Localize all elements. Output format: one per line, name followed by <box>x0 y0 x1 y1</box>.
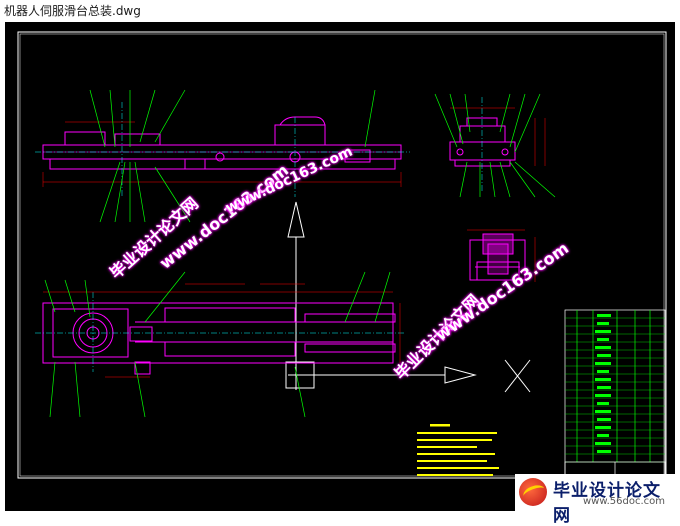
side-view <box>449 117 516 167</box>
drawing-canvas[interactable]: 毕业设计论文网 www.doc163.com 毕业设计论文网 www.doc16… <box>5 22 675 511</box>
top-view <box>42 302 396 375</box>
side-view-dims <box>450 107 546 166</box>
window-title: 机器人伺服滑台总装.dwg <box>0 0 680 22</box>
parts-list-table <box>564 309 666 479</box>
parts-list-text-marks <box>595 314 611 453</box>
side-view-leaders <box>434 93 556 198</box>
site-logo: 毕业设计论文网 www.56doc.com <box>515 474 675 526</box>
top-view-centerlines <box>35 292 405 372</box>
tech-notes <box>417 424 499 476</box>
logo-url: www.56doc.com <box>583 496 666 507</box>
